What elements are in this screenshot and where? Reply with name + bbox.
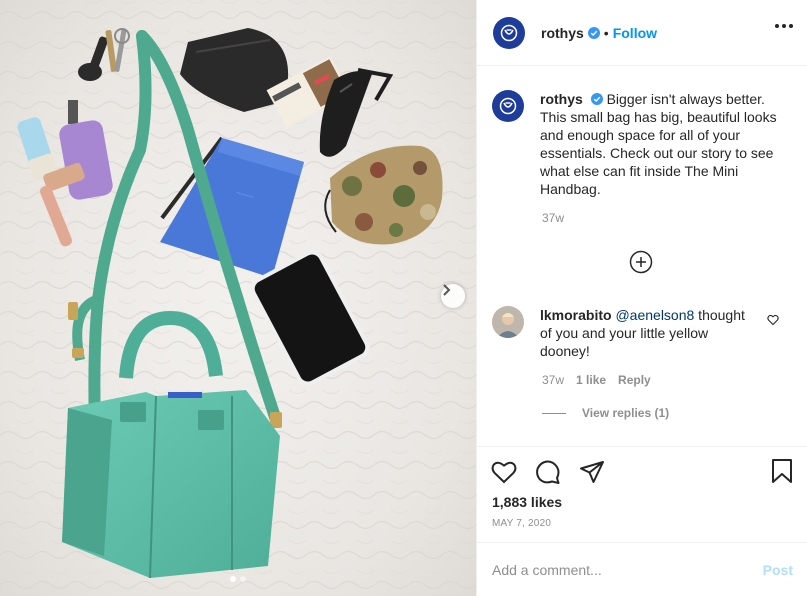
likes-count[interactable]: 1,883 likes [492, 494, 562, 510]
commenter-avatar[interactable] [492, 306, 524, 338]
comment-likes[interactable]: 1 like [576, 373, 606, 387]
carousel-dot-active [230, 576, 236, 582]
post-date[interactable]: MAY 7, 2020 [492, 518, 551, 529]
heart-icon [491, 461, 517, 484]
share-button[interactable] [578, 458, 606, 486]
comment-mention[interactable]: @aenelson8 [615, 307, 694, 323]
carousel-dot [240, 576, 246, 582]
caption-avatar[interactable] [492, 90, 524, 122]
more-options-icon[interactable] [775, 24, 793, 28]
comment-username[interactable]: lkmorabito [540, 307, 612, 323]
caption-timestamp[interactable]: 37w [542, 211, 564, 225]
post-header: rothys • Follow [477, 0, 807, 66]
action-bar [490, 458, 606, 486]
comment-row: lkmorabito @aenelson8 thought of you and… [492, 306, 797, 360]
comment-button[interactable] [534, 458, 562, 486]
rothys-logo-icon[interactable] [493, 16, 525, 49]
comment-timestamp[interactable]: 37w [542, 373, 564, 387]
carousel-dots [0, 576, 476, 582]
reply-button[interactable]: Reply [618, 373, 651, 387]
next-slide-button[interactable] [441, 284, 465, 308]
comment-input[interactable] [492, 561, 763, 578]
comment-icon [536, 460, 560, 484]
replies-divider [542, 412, 566, 414]
heart-icon[interactable] [767, 314, 779, 326]
flatlay-image: ········· [0, 0, 476, 596]
caption-row: rothys Bigger isn't always better. This … [492, 90, 797, 198]
post-comment-button[interactable]: Post [763, 562, 793, 578]
verified-badge-icon [590, 93, 603, 105]
verified-badge-icon [587, 26, 600, 39]
chevron-right-icon [443, 284, 451, 296]
actions-divider [476, 446, 807, 447]
post-username[interactable]: rothys [541, 25, 584, 41]
rothys-logo-icon [499, 97, 517, 115]
comment-body: lkmorabito @aenelson8 thought of you and… [540, 306, 750, 360]
caption-username[interactable]: rothys [540, 91, 583, 107]
comment-composer: Post [476, 542, 807, 596]
bookmark-icon[interactable] [770, 458, 794, 484]
like-button[interactable] [490, 458, 518, 486]
view-replies-label: View replies (1) [582, 406, 670, 420]
post-photo[interactable]: ········· [0, 0, 476, 596]
view-replies-button[interactable]: View replies (1) [542, 406, 669, 420]
comment-meta: 37w 1 like Reply [542, 373, 651, 387]
follow-button[interactable]: Follow [613, 25, 657, 41]
share-icon [580, 461, 604, 483]
caption-body: rothys Bigger isn't always better. This … [540, 90, 777, 198]
header-separator: • [603, 24, 609, 41]
plus-circle-icon[interactable] [629, 250, 653, 274]
